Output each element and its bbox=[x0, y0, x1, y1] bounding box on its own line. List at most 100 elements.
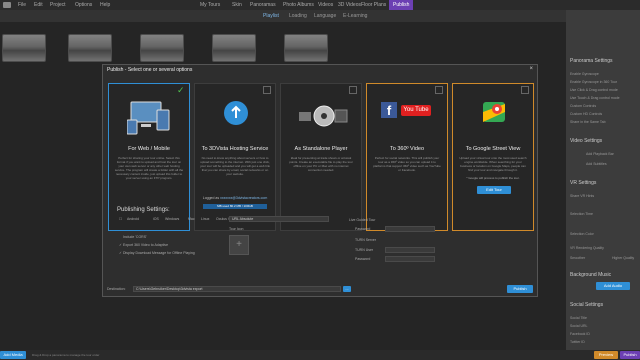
tour-icon-label: Tour Icon bbox=[229, 227, 244, 231]
windows-label: Windows bbox=[165, 217, 180, 221]
tab-3d-videos[interactable]: 3D Videos bbox=[338, 2, 361, 8]
cloud-upload-icon bbox=[224, 101, 248, 125]
logged-as-label: Logged as bbox=[202, 196, 220, 200]
right-settings-panel: Panorama Settings Enable Gyroscope Enabl… bbox=[566, 10, 640, 360]
offline-message-option[interactable]: Display Download Message for Offline Pla… bbox=[123, 251, 195, 255]
add-audio-button[interactable]: Add Audio bbox=[596, 282, 630, 290]
checkbox[interactable] bbox=[435, 86, 443, 94]
publish-option-standalone[interactable]: As Standalone Player Ideal for presentin… bbox=[280, 83, 362, 231]
turn-user-field[interactable] bbox=[385, 247, 435, 253]
include-cors-option[interactable]: Include 'CORS' bbox=[123, 235, 147, 239]
storage-usage-bar: MB used 80.2 MB / 100GB bbox=[203, 204, 267, 209]
social-settings-header[interactable]: Social Settings bbox=[570, 302, 603, 308]
export-adaptive-option[interactable]: Export 360 Video to Adaptive bbox=[123, 243, 168, 247]
facebook-icon: f bbox=[381, 102, 397, 118]
publish-option-360-video[interactable]: f You Tube To 360º Video Perfect for soc… bbox=[366, 83, 448, 231]
turn-password-field[interactable] bbox=[385, 256, 435, 262]
destination-label: Destination: bbox=[107, 287, 126, 291]
setting-line[interactable]: Share VR Hints bbox=[570, 194, 594, 198]
menu-edit[interactable]: Edit bbox=[34, 2, 43, 8]
tab-panoramas[interactable]: Panoramas bbox=[250, 2, 276, 8]
password-field[interactable] bbox=[385, 226, 435, 232]
tab-videos[interactable]: Videos bbox=[318, 2, 333, 8]
menu-options[interactable]: Options bbox=[75, 2, 92, 8]
publish-option-hosting[interactable]: To 3DVista Hosting Service No need to kn… bbox=[194, 83, 276, 231]
tour-icon-picker[interactable]: + bbox=[229, 235, 249, 255]
card-title: To 360º Video bbox=[389, 146, 425, 152]
turn-server-label[interactable]: TURN Server bbox=[355, 238, 376, 242]
publish-button[interactable]: Publish bbox=[507, 285, 533, 293]
add-media-button[interactable]: Add Media bbox=[0, 351, 26, 359]
edit-tour-button[interactable]: Edit Tour bbox=[477, 186, 511, 194]
street-view-note: * Google will process to publish the tou… bbox=[466, 176, 520, 180]
setting-line[interactable]: Add Subtitles bbox=[586, 162, 607, 166]
setting-line[interactable]: Use Click & Drag control mode bbox=[570, 88, 618, 92]
tab-skin[interactable]: Skin bbox=[232, 2, 242, 8]
bottom-bar: Add Media Drag & Drop a panorama to mana… bbox=[0, 350, 640, 360]
subtab-language[interactable]: Language bbox=[314, 13, 336, 19]
menu-help[interactable]: Help bbox=[100, 2, 110, 8]
vr-settings-header[interactable]: VR Settings bbox=[570, 180, 596, 186]
setting-line[interactable]: Selection Time bbox=[570, 212, 593, 216]
menu-file[interactable]: File bbox=[18, 2, 26, 8]
setting-line[interactable]: Add Playback Bar bbox=[586, 152, 614, 156]
card-title: To 3DVista Hosting Service bbox=[201, 146, 269, 152]
setting-line[interactable]: Facebook ID bbox=[570, 332, 590, 336]
checkbox-checked-icon[interactable]: ✓ bbox=[119, 251, 122, 255]
bottom-publish-button[interactable]: Publish bbox=[620, 351, 640, 359]
live-guided-label[interactable]: Live Guided Tour bbox=[349, 218, 375, 222]
card-title: For Web / Mobile bbox=[128, 146, 170, 152]
publish-option-street-view[interactable]: To Google Street View Upload your virtua… bbox=[452, 83, 534, 231]
publish-dialog: Publish - Select one or several options … bbox=[102, 64, 538, 297]
menu-project[interactable]: Project bbox=[50, 2, 66, 8]
checkbox[interactable] bbox=[349, 86, 357, 94]
card-title: As Standalone Player bbox=[294, 146, 348, 152]
video-settings-header[interactable]: Video Settings bbox=[570, 138, 602, 144]
youtube-icon: You Tube bbox=[401, 105, 431, 116]
checkbox[interactable] bbox=[263, 86, 271, 94]
checkbox[interactable] bbox=[521, 86, 529, 94]
setting-line[interactable]: Social URL bbox=[570, 324, 588, 328]
tab-my-tours[interactable]: My Tours bbox=[200, 2, 220, 8]
subtab-loading[interactable]: Loading bbox=[289, 13, 307, 19]
drag-hint: Drag & Drop a panorama to manage the tou… bbox=[32, 353, 100, 357]
setting-line[interactable]: Enable Gyroscope in 360 Tour bbox=[570, 80, 617, 84]
url-absolute-field[interactable]: URL Absolute bbox=[229, 216, 329, 222]
setting-line[interactable]: Selection Color bbox=[570, 232, 594, 236]
card-title: To Google Street View bbox=[465, 146, 521, 152]
browse-button[interactable]: ... bbox=[343, 286, 351, 292]
setting-line[interactable]: Custom Controls bbox=[570, 104, 596, 108]
option-checkbox[interactable]: ☐ bbox=[119, 217, 122, 221]
tab-floor-plans[interactable]: Floor Plans bbox=[361, 2, 386, 8]
preview-button[interactable]: Preview bbox=[594, 351, 618, 359]
publishing-settings-title: Publishing Settings: bbox=[117, 207, 170, 213]
card-description: Ideal for presenting at trade shows or a… bbox=[289, 156, 353, 172]
destination-field[interactable]: C:\Users\Gebruiker\Desktop\3dvista expor… bbox=[133, 286, 341, 292]
setting-line[interactable]: Share in the Same Tab bbox=[570, 120, 606, 124]
turn-password-label: Password bbox=[355, 257, 371, 261]
tab-publish[interactable]: Publish bbox=[389, 0, 414, 10]
tab-photo-albums[interactable]: Photo Albums bbox=[283, 2, 314, 8]
checkmark-icon[interactable]: ✓ bbox=[177, 86, 185, 95]
turn-user-label: TURN User bbox=[355, 248, 374, 252]
subtab-elearning[interactable]: E-Learning bbox=[343, 13, 367, 19]
setting-line[interactable]: Enable Gyroscope bbox=[570, 72, 599, 76]
dialog-title: Publish - Select one or several options bbox=[107, 67, 193, 73]
close-icon[interactable]: × bbox=[529, 66, 533, 72]
checkbox-checked-icon[interactable]: ✓ bbox=[119, 243, 122, 247]
password-label: Password bbox=[355, 227, 371, 231]
panorama-settings-header[interactable]: Panorama Settings bbox=[570, 58, 613, 64]
menu-bar: File Edit Project Options Help My Tours … bbox=[0, 0, 640, 10]
background-music-header[interactable]: Background Music bbox=[570, 272, 611, 278]
setting-line[interactable]: Custom HD Controls bbox=[570, 112, 602, 116]
setting-line[interactable]: Use Touch & Drag control mode bbox=[570, 96, 620, 100]
account-email: xxxxxxx@3dvistacreators.com bbox=[220, 196, 268, 200]
android-label: Android bbox=[127, 217, 140, 221]
setting-line[interactable]: VR Rendering Quality bbox=[570, 246, 604, 250]
setting-line[interactable]: Social Title bbox=[570, 316, 587, 320]
setting-line[interactable]: Twitter ID bbox=[570, 340, 585, 344]
app-logo-icon bbox=[3, 2, 11, 8]
subtab-playlist[interactable]: Playlist bbox=[263, 13, 279, 19]
mac-label: Mac bbox=[188, 217, 195, 221]
linux-label: Linux bbox=[201, 217, 210, 221]
